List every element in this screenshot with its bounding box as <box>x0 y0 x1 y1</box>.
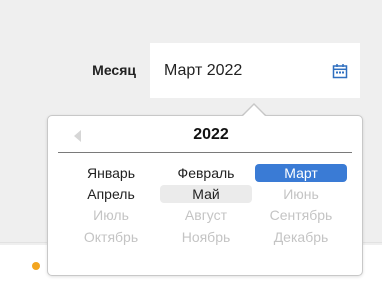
month-option[interactable]: Май <box>160 185 252 203</box>
picker-year: 2022 <box>193 126 229 143</box>
popup-caret <box>243 105 265 116</box>
month-option: Июнь <box>283 186 319 202</box>
month-input[interactable]: Март 2022 <box>150 43 360 98</box>
month-option: Ноябрь <box>181 229 231 245</box>
status-dot <box>32 262 40 270</box>
month-option: Сентябрь <box>269 207 333 223</box>
month-option: Октябрь <box>83 229 139 245</box>
month-option[interactable]: Январь <box>65 164 157 182</box>
month-option: Август <box>184 207 228 223</box>
month-option[interactable]: Апрель <box>65 185 157 203</box>
month-option: Декабрь <box>273 229 329 245</box>
month-picker-popup: 2022 Январь Февраль Март Апрель Май Июнь Июль А… <box>47 115 363 276</box>
month-option[interactable]: Февраль <box>160 164 252 182</box>
month-option: Июль <box>93 207 129 223</box>
picker-divider <box>58 152 352 153</box>
month-input-value: Март 2022 <box>164 62 243 79</box>
month-field-label: Месяц <box>92 62 136 78</box>
month-option[interactable]: Март <box>255 164 347 182</box>
calendar-icon[interactable] <box>332 63 348 79</box>
